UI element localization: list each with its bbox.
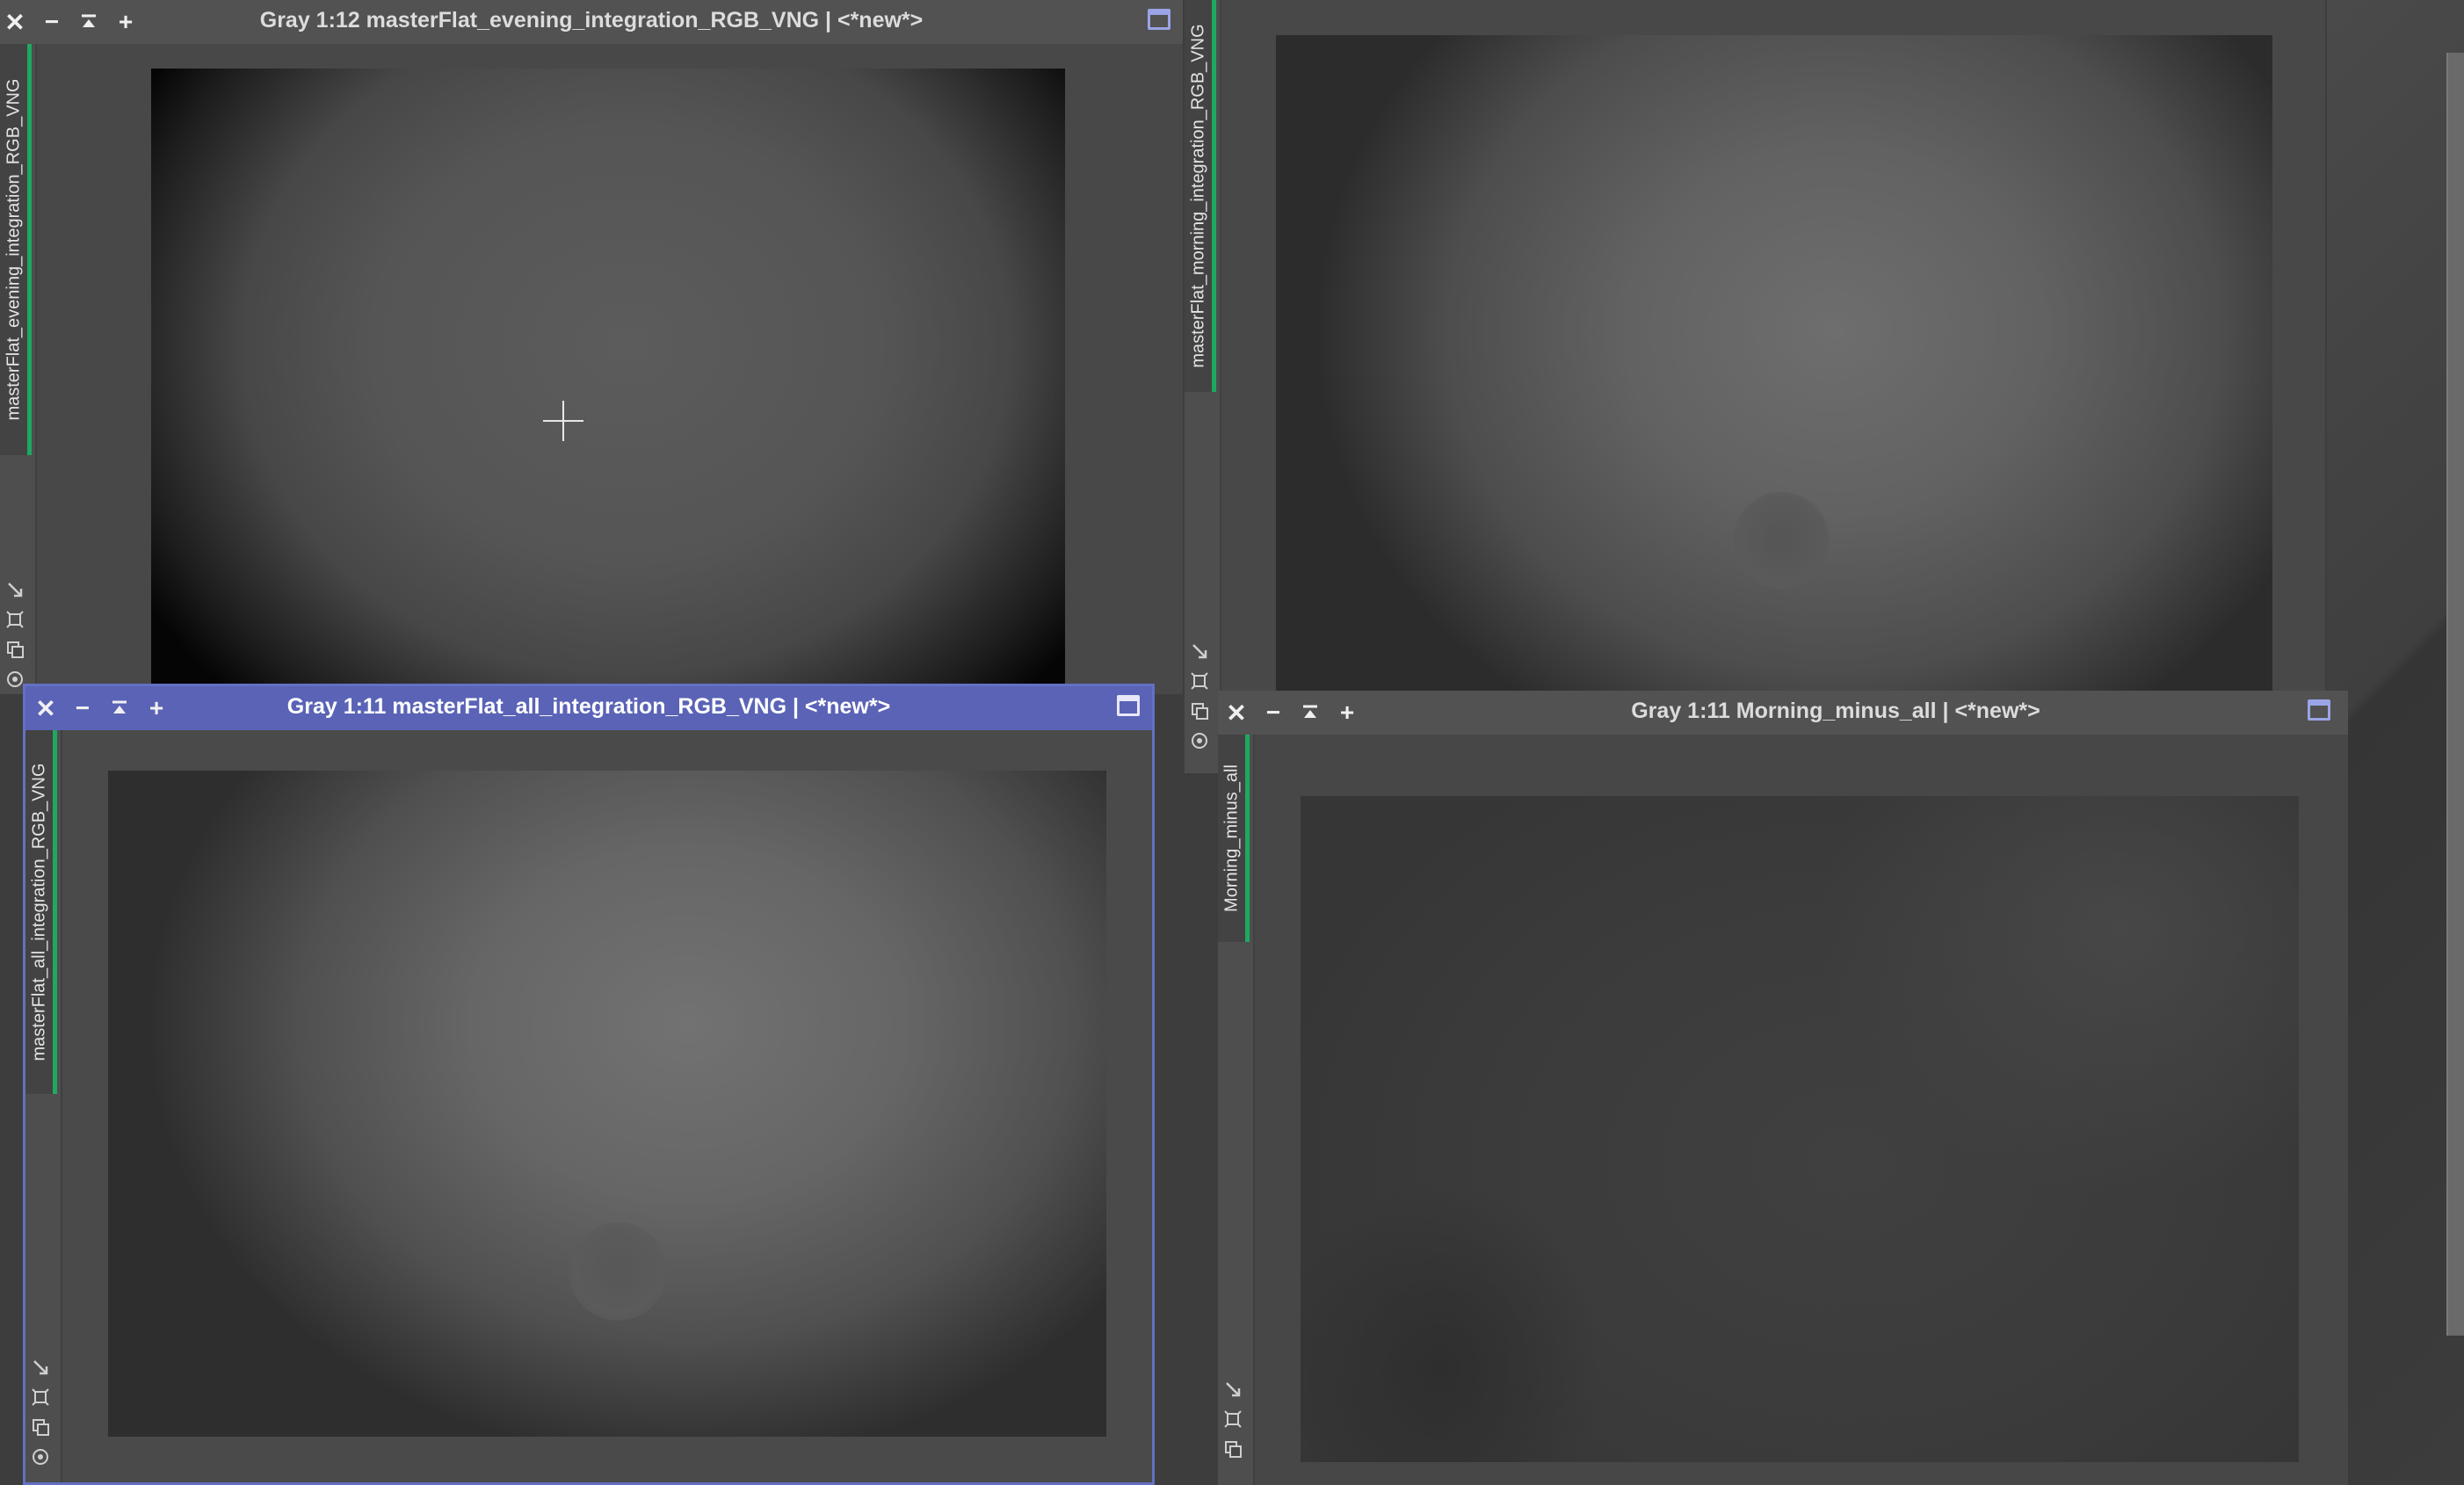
window-titlebar[interactable]: ✕ − + Gray 1:11 Morning_minus_all | <*ne… xyxy=(1218,691,2348,735)
workspace-scrollbar[interactable] xyxy=(2446,53,2464,1336)
image-evening-flat[interactable] xyxy=(151,69,1065,694)
target-icon[interactable] xyxy=(1188,729,1211,752)
zoom-region-icon[interactable] xyxy=(1221,1408,1244,1431)
image-window-all[interactable]: ✕ − + Gray 1:11 masterFlat_all_integrati… xyxy=(23,684,1155,1485)
fit-view-icon[interactable] xyxy=(1221,1378,1244,1401)
window-sidebar: Morning_minus_all xyxy=(1218,735,1255,1485)
window-sidebar: masterFlat_morning_integration_RGB_VNG xyxy=(1185,0,1221,773)
target-icon[interactable] xyxy=(29,1445,52,1468)
window-titlebar[interactable]: ✕ − + Gray 1:12 masterFlat_evening_integ… xyxy=(0,0,1183,44)
window-title: Gray 1:11 masterFlat_all_integration_RGB… xyxy=(286,694,891,719)
window-sidebar: masterFlat_all_integration_RGB_VNG xyxy=(25,730,62,1482)
clone-icon[interactable] xyxy=(29,1416,52,1438)
close-icon[interactable]: ✕ xyxy=(0,7,30,37)
minimize-icon[interactable]: − xyxy=(1258,698,1288,728)
clone-icon[interactable] xyxy=(4,638,26,661)
window-titlebar[interactable]: ✕ − + Gray 1:11 masterFlat_all_integrati… xyxy=(25,686,1152,730)
clone-icon[interactable] xyxy=(1221,1438,1244,1460)
image-window-morning-minus-all[interactable]: ✕ − + Gray 1:11 Morning_minus_all | <*ne… xyxy=(1218,691,2348,1485)
view-tab-evening[interactable]: masterFlat_evening_integration_RGB_VNG xyxy=(0,44,32,455)
view-tab-label: masterFlat_all_integration_RGB_VNG xyxy=(29,763,48,1061)
view-tab-label: masterFlat_evening_integration_RGB_VNG xyxy=(4,78,23,421)
close-icon[interactable]: ✕ xyxy=(31,693,61,723)
window-sidebar: masterFlat_evening_integration_RGB_VNG xyxy=(0,44,37,694)
view-tab-morning-minus-all[interactable]: Morning_minus_all xyxy=(1218,735,1250,942)
view-tab-all[interactable]: masterFlat_all_integration_RGB_VNG xyxy=(25,730,57,1094)
close-icon[interactable]: ✕ xyxy=(1221,698,1251,728)
maximize-icon[interactable] xyxy=(1117,695,1140,716)
fit-view-icon[interactable] xyxy=(4,578,26,601)
zoom-in-icon[interactable]: + xyxy=(141,693,171,723)
window-title: Gray 1:12 masterFlat_evening_integration… xyxy=(259,8,924,33)
maximize-icon[interactable] xyxy=(2308,699,2330,721)
image-window-evening[interactable]: ✕ − + Gray 1:12 masterFlat_evening_integ… xyxy=(0,0,1183,694)
dust-mote xyxy=(569,1222,667,1321)
view-tab-morning[interactable]: masterFlat_morning_integration_RGB_VNG xyxy=(1185,0,1216,392)
view-tab-label: masterFlat_morning_integration_RGB_VNG xyxy=(1188,24,1207,368)
shade-icon[interactable] xyxy=(1295,698,1325,728)
zoom-in-icon[interactable]: + xyxy=(1332,698,1362,728)
image-morning-minus-all[interactable] xyxy=(1301,796,2299,1462)
shade-icon[interactable] xyxy=(74,7,104,37)
fit-view-icon[interactable] xyxy=(29,1356,52,1379)
image-window-morning[interactable]: masterFlat_morning_integration_RGB_VNG xyxy=(1185,0,2325,773)
dust-mote xyxy=(1733,492,1830,589)
fit-view-icon[interactable] xyxy=(1188,640,1211,663)
image-morning-flat[interactable] xyxy=(1276,35,2272,773)
crosshair-cursor xyxy=(562,401,564,441)
image-all-flat[interactable] xyxy=(108,771,1106,1437)
shade-icon[interactable] xyxy=(105,693,134,723)
zoom-region-icon[interactable] xyxy=(29,1386,52,1409)
window-title: Gray 1:11 Morning_minus_all | <*new*> xyxy=(1631,699,2040,723)
zoom-region-icon[interactable] xyxy=(1188,670,1211,692)
clone-icon[interactable] xyxy=(1188,699,1211,722)
minimize-icon[interactable]: − xyxy=(37,7,67,37)
zoom-region-icon[interactable] xyxy=(4,608,26,631)
minimize-icon[interactable]: − xyxy=(68,693,98,723)
maximize-icon[interactable] xyxy=(1148,9,1170,30)
view-tab-label: Morning_minus_all xyxy=(1221,764,1241,912)
